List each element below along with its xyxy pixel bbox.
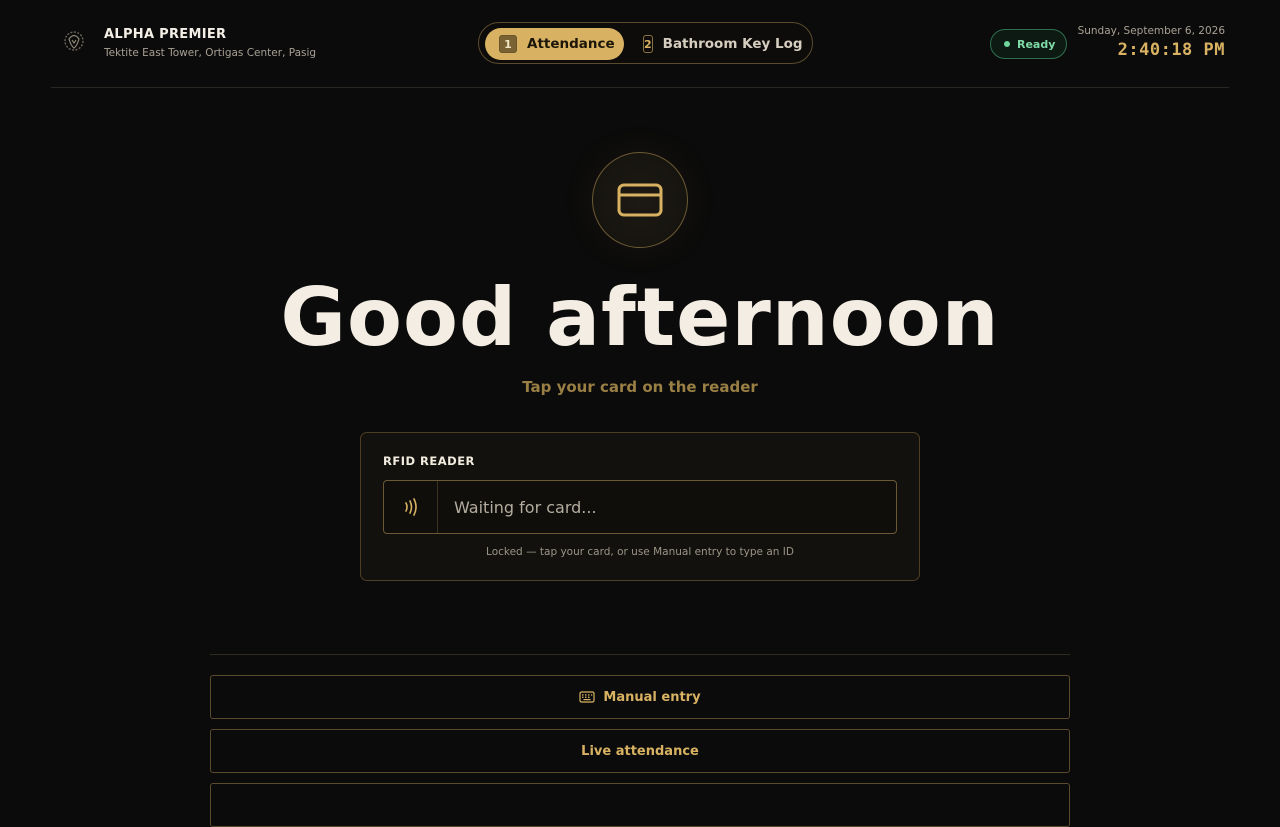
nfc-waves-icon [404, 498, 417, 516]
rfid-reader-panel: RFID READER Locked — tap your card, or u… [360, 432, 920, 581]
tab-number: 2 [643, 35, 653, 53]
greeting-heading: Good afternoon [280, 271, 1000, 364]
card-icon-badge [592, 152, 688, 248]
rfid-input-group [383, 480, 897, 534]
tab-label: Attendance [527, 36, 615, 52]
status-badge: Ready [990, 29, 1067, 59]
brand-name: ALPHA PREMIER [104, 27, 227, 42]
tab-number: 1 [499, 35, 517, 53]
tab-bathroom-key-log[interactable]: 2 Bathroom Key Log [639, 28, 803, 60]
rfid-hint: Locked — tap your card, or use Manual en… [486, 546, 794, 558]
rfid-input[interactable] [438, 481, 896, 533]
tab-label: Bathroom Key Log [662, 36, 803, 52]
live-attendance-label: Live attendance [581, 743, 699, 759]
top-bar: ALPHA PREMIER Tektite East Tower, Ortiga… [51, 0, 1229, 88]
brand-location: Tektite East Tower, Ortigas Center, Pasi… [104, 47, 317, 59]
more-button[interactable] [210, 783, 1070, 827]
nfc-icon-box [384, 481, 438, 533]
current-date: Sunday, September 6, 2026 [1077, 25, 1225, 37]
status-text: Ready [1017, 37, 1056, 51]
live-attendance-button[interactable]: Live attendance [210, 729, 1070, 773]
manual-entry-button[interactable]: Manual entry [210, 675, 1070, 719]
brand: ALPHA PREMIER Tektite East Tower, Ortiga… [61, 26, 316, 60]
credit-card-icon [617, 183, 663, 217]
mode-tabs: 1 Attendance 2 Bathroom Key Log [478, 22, 813, 64]
keyboard-icon [579, 691, 596, 703]
section-divider [210, 654, 1070, 655]
status-dot-icon [1004, 41, 1010, 47]
rfid-panel-title: RFID READER [383, 454, 475, 468]
manual-entry-label: Manual entry [603, 689, 701, 705]
lion-logo-icon [64, 31, 84, 51]
tab-attendance[interactable]: 1 Attendance [485, 28, 624, 60]
greeting-subtitle: Tap your card on the reader [522, 378, 758, 396]
current-time: 2:40:18 PM [1117, 40, 1225, 60]
